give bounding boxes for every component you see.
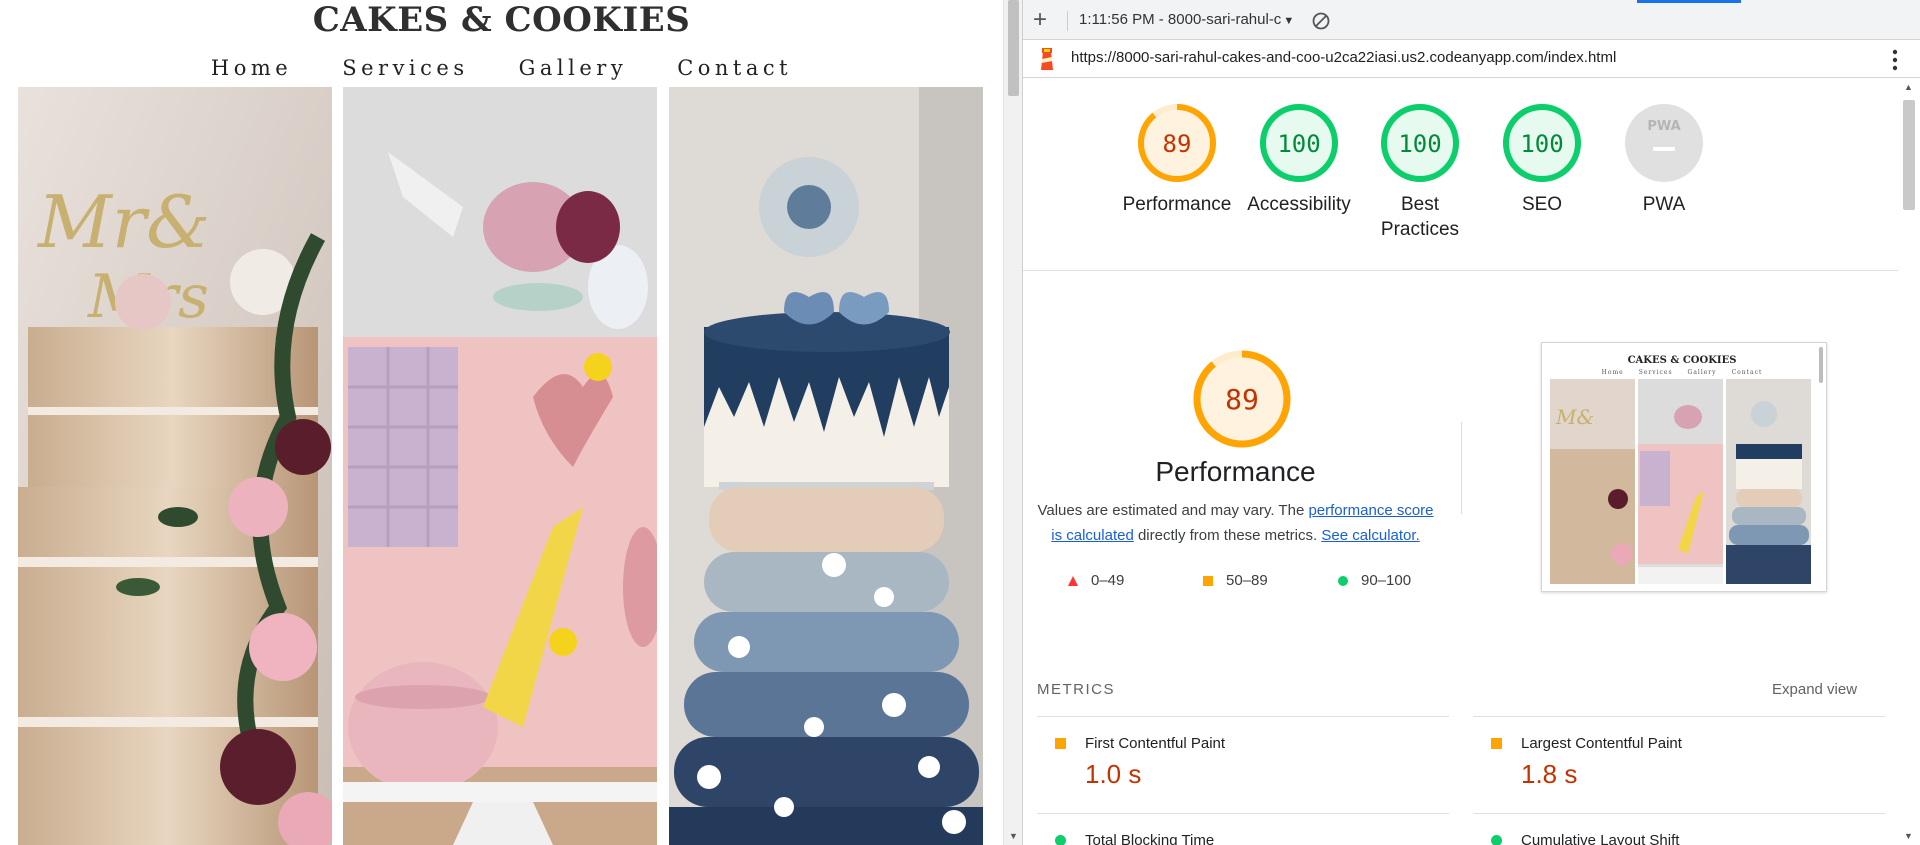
metric-cumulative-layout-shift: Cumulative Layout Shift <box>1473 813 1885 845</box>
vertical-divider <box>1461 422 1462 514</box>
thumbnail-nav-contact: Contact <box>1731 369 1763 376</box>
thumbnail-photo-1: M& <box>1550 379 1635 584</box>
average-square-icon <box>1203 575 1213 586</box>
active-tab-indicator <box>1637 0 1741 3</box>
report-scrollbar-thumb[interactable] <box>1903 100 1915 210</box>
website-scrollbar[interactable]: ▼ <box>1003 0 1022 845</box>
desc-text-1: Values are estimated and may vary. The <box>1037 502 1309 519</box>
nav-link-home[interactable]: Home <box>211 56 292 80</box>
legend-fail: 0–49 <box>1067 572 1202 589</box>
performance-score-value: 89 <box>1225 383 1259 416</box>
metric-name: Total Blocking Time <box>1085 832 1215 845</box>
scroll-down-arrow-icon[interactable]: ▼ <box>1904 831 1913 841</box>
metric-name: Cumulative Layout Shift <box>1521 832 1680 845</box>
nav-link-services[interactable]: Services <box>342 56 468 80</box>
gallery-photo-blue-cake <box>669 87 983 845</box>
expand-view-toggle[interactable]: Expand view <box>1772 681 1857 698</box>
dropdown-caret-icon: ▼ <box>1283 15 1295 27</box>
site-nav: Home Services Gallery Contact <box>0 56 1003 80</box>
report-url: https://8000-sari-rahul-cakes-and-coo-u2… <box>1071 49 1617 66</box>
thumbnail-photo-2 <box>1638 379 1723 584</box>
site-title: CAKES & COOKIES <box>312 0 691 40</box>
report-selector[interactable]: 1:11:56 PM - 8000-sari-rahul-c ▼ <box>1079 11 1294 28</box>
thumbnail-scrollbar <box>1819 347 1823 383</box>
score-ring-performance: 89 <box>1138 104 1216 182</box>
gallery-photo-naked-cake: Mr& Mrs <box>18 87 332 845</box>
score-ring-accessibility: 100 <box>1260 104 1338 182</box>
lighthouse-panel: + 1:11:56 PM - 8000-sari-rahul-c ▼ https:… <box>1023 0 1920 845</box>
legend-average-range: 50–89 <box>1226 572 1268 589</box>
pwa-badge-icon: PWA <box>1625 104 1703 182</box>
thumbnail-nav-services: Services <box>1638 369 1673 376</box>
nav-link-gallery[interactable]: Gallery <box>519 56 628 80</box>
metric-largest-contentful-paint: Largest Contentful Paint 1.8 s <box>1473 716 1885 789</box>
performance-title: Performance <box>1155 456 1316 487</box>
metric-name: First Contentful Paint <box>1085 735 1226 752</box>
toolbar-separator <box>1067 11 1068 31</box>
thumbnail-photo-3 <box>1726 379 1811 584</box>
gauge-accessibility[interactable]: 100 Accessibility <box>1236 102 1362 217</box>
website-viewport: CAKES & COOKIES Home Services Gallery Co… <box>0 0 1003 845</box>
pwa-badge-label: PWA <box>1647 119 1680 134</box>
metric-value: 1.0 s <box>1085 759 1142 789</box>
thumbnail-nav-home: Home <box>1601 369 1624 376</box>
score-ring-seo: 100 <box>1503 104 1581 182</box>
plus-icon[interactable]: + <box>1033 8 1047 32</box>
nav-link-contact[interactable]: Contact <box>677 56 792 80</box>
see-calculator-link[interactable]: See calculator. <box>1321 527 1419 544</box>
scroll-up-arrow-icon[interactable]: ▲ <box>1904 82 1913 92</box>
gauge-best-practices[interactable]: 100 Best Practices <box>1357 102 1483 242</box>
more-options-icon[interactable] <box>1892 49 1898 71</box>
performance-description: Values are estimated and may vary. The p… <box>1033 498 1438 548</box>
gauge-accessibility-score: 100 <box>1277 130 1320 158</box>
svg-text:M&: M& <box>1555 405 1594 429</box>
report-selector-label: 1:11:56 PM - 8000-sari-rahul-c <box>1079 11 1282 28</box>
legend-average: 50–89 <box>1202 572 1337 589</box>
scroll-down-arrow-icon[interactable]: ▼ <box>1009 831 1018 841</box>
gallery-photo-pink-cake <box>343 87 657 845</box>
lighthouse-toolbar: + 1:11:56 PM - 8000-sari-rahul-c ▼ <box>1023 0 1920 40</box>
desc-text-2: directly from these metrics. <box>1133 527 1322 544</box>
pass-circle-icon <box>1491 835 1502 845</box>
pass-circle-icon <box>1338 575 1348 586</box>
gauge-pwa-label: PWA <box>1642 194 1686 215</box>
gauge-performance-label: Performance <box>1122 194 1232 215</box>
legend-pass: 90–100 <box>1337 572 1472 589</box>
metrics-heading: METRICS <box>1037 681 1115 698</box>
gauge-seo[interactable]: 100 SEO <box>1479 102 1605 217</box>
gauge-accessibility-label: Accessibility <box>1247 194 1351 215</box>
fail-triangle-icon <box>1068 575 1078 586</box>
gauge-seo-score: 100 <box>1520 130 1563 158</box>
metric-value: 1.8 s <box>1521 759 1578 789</box>
legend-pass-range: 90–100 <box>1361 572 1412 589</box>
final-screenshot-thumbnail[interactable]: CAKES & COOKIES Home Services Gallery Co… <box>1541 342 1827 592</box>
screen: CAKES & COOKIES Home Services Gallery Co… <box>0 0 1920 845</box>
thumbnail-nav-gallery: Gallery <box>1687 369 1717 376</box>
gauge-best-practices-score: 100 <box>1398 130 1441 158</box>
metric-name: Largest Contentful Paint <box>1521 735 1682 752</box>
performance-score-gauge: 89 <box>1193 350 1291 448</box>
clear-block-icon[interactable] <box>1311 11 1331 31</box>
metric-first-contentful-paint: First Contentful Paint 1.0 s <box>1037 716 1449 789</box>
legend-fail-range: 0–49 <box>1091 572 1125 589</box>
metric-total-blocking-time: Total Blocking Time <box>1037 813 1449 845</box>
gauge-performance-score: 89 <box>1163 130 1192 158</box>
svg-text:Mr&: Mr& <box>36 180 210 264</box>
thumbnail-nav: Home Services Gallery Contact <box>1542 369 1822 376</box>
gauge-performance[interactable]: 89 Performance <box>1114 102 1240 217</box>
report-scrollbar[interactable]: ▲ ▼ <box>1898 78 1920 845</box>
pass-circle-icon <box>1055 835 1066 845</box>
lighthouse-icon <box>1041 48 1053 70</box>
average-square-icon <box>1055 738 1066 749</box>
thumbnail-site-title: CAKES & COOKIES <box>1627 355 1737 366</box>
report-url-bar: https://8000-sari-rahul-cakes-and-coo-u2… <box>1023 40 1920 78</box>
score-ring-best-practices: 100 <box>1381 104 1459 182</box>
gauge-pwa[interactable]: PWA PWA <box>1601 102 1727 217</box>
gauge-seo-label: SEO <box>1521 194 1563 215</box>
gauge-best-practices-label: Best Practices <box>1380 194 1460 240</box>
section-divider <box>1023 270 1898 271</box>
score-legend: 0–49 50–89 90–100 <box>1067 572 1472 589</box>
website-scrollbar-thumb[interactable] <box>1008 0 1019 96</box>
average-square-icon <box>1491 738 1502 749</box>
